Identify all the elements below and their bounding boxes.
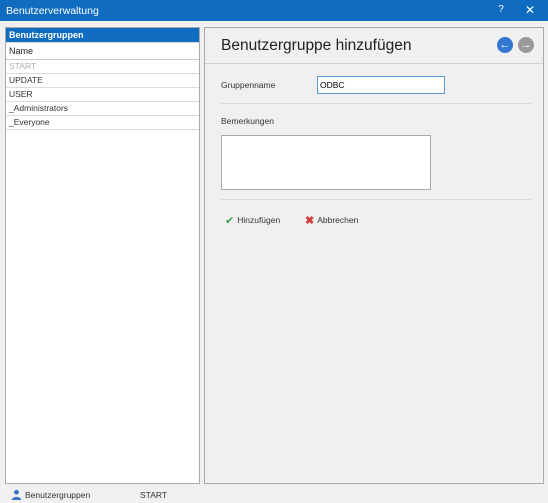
list-panel-header: Benutzergruppen xyxy=(6,28,199,42)
list-item-user[interactable]: USER xyxy=(6,88,199,102)
add-group-form-panel: Benutzergruppe hinzufügen ← → Gruppennam… xyxy=(204,27,544,484)
cross-icon: ✖ xyxy=(305,215,315,227)
arrow-right-circle-icon[interactable]: → xyxy=(518,37,534,53)
groupname-label: Gruppenname xyxy=(221,80,276,90)
list-item-update[interactable]: UPDATE xyxy=(6,74,199,88)
form-title: Benutzergruppe hinzufügen xyxy=(221,37,412,54)
groupname-input[interactable] xyxy=(317,76,445,94)
user-group-list-panel: Benutzergruppen Name START UPDATE USER _… xyxy=(5,27,200,484)
form-divider xyxy=(221,103,531,104)
column-header-name[interactable]: Name xyxy=(6,42,199,60)
add-button-label: Hinzufügen xyxy=(237,214,281,225)
help-button[interactable]: ? xyxy=(495,4,507,15)
checkmark-icon: ✔ xyxy=(225,215,235,227)
remarks-label: Bemerkungen xyxy=(221,116,274,126)
list-item-start[interactable]: START xyxy=(6,60,199,74)
title-divider xyxy=(205,63,543,64)
status-bar: Benutzergruppen START xyxy=(0,486,548,503)
actions-divider xyxy=(221,199,531,200)
list-item-everyone[interactable]: _Everyone xyxy=(6,116,199,130)
window-titlebar: Benutzerverwaltung ? ✕ xyxy=(0,0,548,21)
user-group-icon xyxy=(11,489,22,500)
arrow-left-circle-icon[interactable]: ← xyxy=(497,37,513,53)
cancel-button-label: Abbrechen xyxy=(317,214,359,225)
list-item-administrators[interactable]: _Administrators xyxy=(6,102,199,116)
add-button[interactable]: ✔ Hinzufügen xyxy=(225,214,280,227)
status-current-item: START xyxy=(140,490,168,500)
cancel-button[interactable]: ✖ Abbrechen xyxy=(305,214,358,227)
close-button[interactable]: ✕ xyxy=(522,3,538,17)
remarks-textarea[interactable] xyxy=(221,135,431,190)
status-section-label: Benutzergruppen xyxy=(25,490,91,500)
window-title: Benutzerverwaltung xyxy=(6,5,99,17)
